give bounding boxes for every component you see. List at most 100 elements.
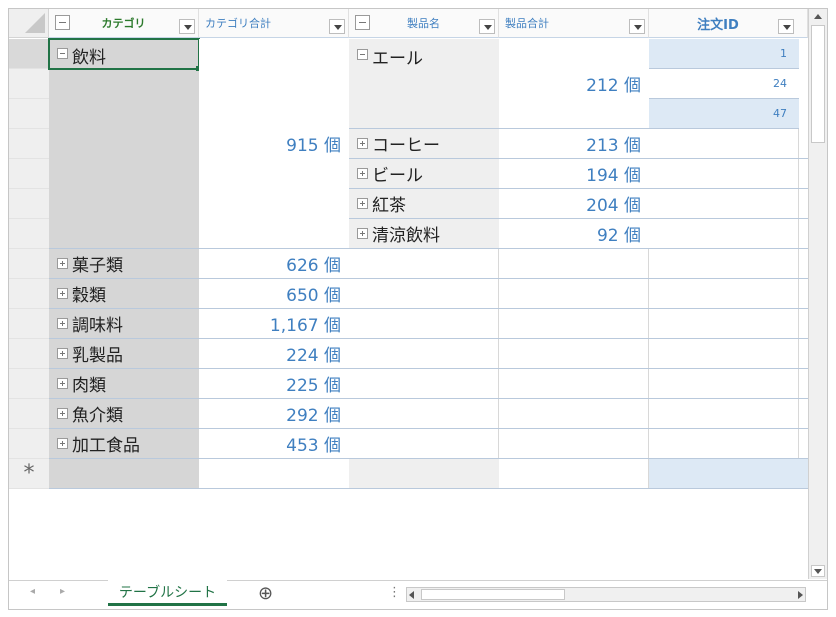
empty-order-area <box>649 129 808 249</box>
category-name: 肉類 <box>72 376 106 396</box>
row-header[interactable] <box>9 249 49 279</box>
category-total-cell[interactable]: 292 個 <box>199 399 349 429</box>
column-header-category-total[interactable]: カテゴリ合計 <box>199 9 349 38</box>
category-name: 加工食品 <box>72 436 140 456</box>
column-header-product-total-label: 製品合計 <box>505 17 549 30</box>
row-header[interactable] <box>9 129 49 159</box>
order-id-cell[interactable]: 24 <box>649 69 799 99</box>
category-row[interactable]: 菓子類 <box>49 249 199 279</box>
column-header-category-label: カテゴリ <box>101 17 146 30</box>
product-name: ビール <box>372 166 423 186</box>
horizontal-scrollbar[interactable] <box>406 587 806 602</box>
vertical-scrollbar[interactable] <box>808 9 827 579</box>
add-sheet-icon[interactable]: ⊕ <box>258 583 273 604</box>
product-group-ale[interactable]: エール <box>349 39 499 129</box>
column-header-order-id[interactable]: 注文ID <box>649 9 808 38</box>
column-header-category-total-label: カテゴリ合計 <box>205 17 271 30</box>
expand-category-icon[interactable] <box>57 258 68 269</box>
category-total-cell[interactable]: 650 個 <box>199 279 349 309</box>
prev-sheet-icon[interactable]: ◂ <box>30 586 35 597</box>
category-total-cell[interactable]: 626 個 <box>199 249 349 279</box>
product-filter-dropdown-icon[interactable] <box>479 19 495 34</box>
category-row[interactable]: 加工食品 <box>49 429 199 459</box>
product-name: 紅茶 <box>372 196 406 216</box>
expand-category-icon[interactable] <box>57 438 68 449</box>
splitter-handle-icon[interactable]: ⋮ <box>388 585 401 600</box>
category-group-beverage[interactable]: 飲料 <box>49 39 199 249</box>
row-header[interactable] <box>9 99 49 129</box>
scroll-up-icon[interactable] <box>812 9 824 23</box>
product-name: 清涼飲料 <box>372 226 440 246</box>
row-header[interactable] <box>9 309 49 339</box>
scroll-right-icon[interactable] <box>798 591 803 599</box>
expand-category-icon[interactable] <box>57 318 68 329</box>
category-total-cell[interactable]: 453 個 <box>199 429 349 459</box>
next-sheet-icon[interactable]: ▸ <box>60 586 65 597</box>
row-header[interactable] <box>9 39 49 69</box>
product-row-tea[interactable]: 紅茶 <box>349 189 499 219</box>
new-record-border <box>199 488 649 489</box>
select-all-triangle <box>25 13 45 33</box>
scroll-left-icon[interactable] <box>409 591 414 599</box>
category-name: 乳製品 <box>72 346 123 366</box>
expand-category-icon[interactable] <box>57 378 68 389</box>
row-header[interactable] <box>9 219 49 249</box>
new-record-order-cell[interactable] <box>649 459 808 489</box>
order-id-cell[interactable]: 47 <box>649 99 799 129</box>
expand-product-icon[interactable] <box>357 168 368 179</box>
new-row-marker: * <box>9 459 49 489</box>
sheet-tab-table[interactable]: テーブルシート <box>108 580 227 606</box>
category-total-cell[interactable]: 1,167 個 <box>199 309 349 339</box>
product-name: エール <box>372 49 423 69</box>
new-record-product-cell[interactable] <box>349 459 499 489</box>
category-row[interactable]: 穀類 <box>49 279 199 309</box>
vertical-scroll-thumb[interactable] <box>811 25 825 143</box>
product-total-cell[interactable]: 213 個 <box>499 129 649 159</box>
category-total-filter-dropdown-icon[interactable] <box>329 19 345 34</box>
category-total-cell[interactable]: 915 個 <box>199 39 349 249</box>
expand-product-icon[interactable] <box>357 198 368 209</box>
column-header-product-total[interactable]: 製品合計 <box>499 9 649 38</box>
row-header[interactable] <box>9 369 49 399</box>
expand-category-icon[interactable] <box>57 348 68 359</box>
category-name: 穀類 <box>72 286 106 306</box>
row-header[interactable] <box>9 339 49 369</box>
product-total-cell[interactable]: 194 個 <box>499 159 649 189</box>
category-filter-dropdown-icon[interactable] <box>179 19 195 34</box>
row-header[interactable] <box>9 399 49 429</box>
column-header-category[interactable]: カテゴリ <box>49 9 199 38</box>
expand-category-icon[interactable] <box>57 288 68 299</box>
category-total-cell[interactable]: 224 個 <box>199 339 349 369</box>
product-row-coffee[interactable]: コーヒー <box>349 129 499 159</box>
empty-grid-area <box>349 249 808 459</box>
scroll-down-icon[interactable] <box>811 565 825 577</box>
category-row[interactable]: 魚介類 <box>49 399 199 429</box>
column-header-product[interactable]: 製品名 <box>349 9 499 38</box>
category-name: 調味料 <box>72 316 123 336</box>
category-name: 魚介類 <box>72 406 123 426</box>
collapse-ale-icon[interactable] <box>357 49 368 60</box>
category-row[interactable]: 乳製品 <box>49 339 199 369</box>
new-record-category-cell[interactable] <box>49 459 199 489</box>
order-id-filter-dropdown-icon[interactable] <box>778 19 794 34</box>
row-header[interactable] <box>9 159 49 189</box>
category-row[interactable]: 肉類 <box>49 369 199 399</box>
row-header[interactable] <box>9 69 49 99</box>
expand-category-icon[interactable] <box>57 408 68 419</box>
expand-product-icon[interactable] <box>357 138 368 149</box>
product-row-beer[interactable]: ビール <box>349 159 499 189</box>
horizontal-scroll-thumb[interactable] <box>421 589 565 600</box>
product-total-cell[interactable]: 204 個 <box>499 189 649 219</box>
category-row[interactable]: 調味料 <box>49 309 199 339</box>
row-header[interactable] <box>9 189 49 219</box>
product-name: コーヒー <box>372 136 440 156</box>
product-total-cell[interactable]: 92 個 <box>499 219 649 249</box>
product-row-soft-drink[interactable]: 清涼飲料 <box>349 219 499 249</box>
product-total-cell[interactable]: 212 個 <box>499 39 649 129</box>
category-name: 菓子類 <box>72 256 123 276</box>
order-id-cell[interactable]: 1 <box>649 39 799 69</box>
row-header[interactable] <box>9 279 49 309</box>
row-header[interactable] <box>9 429 49 459</box>
category-total-cell[interactable]: 225 個 <box>199 369 349 399</box>
expand-product-icon[interactable] <box>357 228 368 239</box>
